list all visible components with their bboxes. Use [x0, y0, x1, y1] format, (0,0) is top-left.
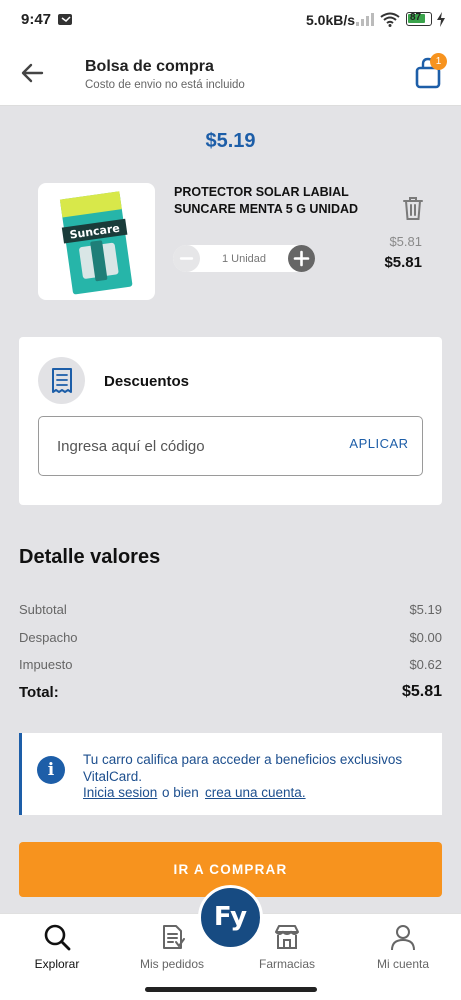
product-name[interactable]: PROTECTOR SOLAR LABIAL SUNCARE MENTA 5 G…	[174, 184, 384, 218]
apply-discount-button[interactable]: APLICAR	[345, 436, 413, 451]
charging-icon	[437, 12, 445, 27]
orders-icon	[163, 925, 185, 949]
info-message: Tu carro califica para acceder a benefic…	[83, 752, 403, 784]
user-icon	[391, 925, 415, 951]
product-image[interactable]: Suncare	[38, 183, 155, 300]
subtotal-value: $5.19	[409, 602, 442, 617]
battery-level: 87	[410, 12, 422, 23]
tax-value: $0.62	[409, 657, 442, 672]
product-thumbnail: Suncare	[59, 191, 133, 295]
total-value: $5.81	[401, 683, 442, 700]
plus-icon[interactable]	[288, 245, 315, 272]
page-title: Bolsa de compra	[85, 58, 214, 75]
nav-item-mi-cuenta[interactable]: Mi cuenta	[353, 922, 453, 982]
shipping-label: Despacho	[19, 630, 78, 645]
nav-label-mis-pedidos: Mis pedidos	[139, 957, 205, 971]
signal-icon	[356, 13, 374, 26]
notification-icon	[58, 14, 72, 25]
store-icon	[275, 925, 299, 949]
cart-total-amount: $5.19	[205, 130, 256, 152]
receipt-icon	[38, 357, 85, 404]
arrow-left-icon[interactable]	[18, 58, 48, 88]
cart-count-badge: 1	[430, 53, 447, 70]
nav-label-mi-cuenta: Mi cuenta	[376, 957, 430, 971]
shipping-value: $0.00	[409, 630, 442, 645]
minus-icon[interactable]	[173, 245, 200, 272]
brand-fab-button[interactable]: Fy	[198, 885, 263, 950]
status-bar: 9:47 5.0kB/s 87	[0, 0, 461, 40]
battery-icon: 87	[406, 12, 432, 26]
app-header: Bolsa de compra Costo de envio no está i…	[0, 40, 461, 106]
quantity-value: 1 Unidad	[221, 253, 267, 265]
page-subtitle: Costo de envio no está incluido	[85, 79, 245, 91]
total-label: Total:	[19, 684, 59, 701]
home-indicator	[145, 987, 317, 992]
nav-label-farmacias: Farmacias	[258, 957, 315, 971]
network-speed: 5.0kB/s	[306, 12, 356, 28]
details-title: Detalle valores	[19, 546, 161, 568]
info-connector: o bien	[162, 785, 199, 800]
nav-label-explorar: Explorar	[34, 957, 80, 971]
login-link[interactable]: Inicia sesion	[83, 785, 157, 800]
info-icon: i	[37, 756, 65, 784]
product-price-final: $5.81	[384, 254, 422, 271]
subtotal-label: Subtotal	[19, 602, 67, 617]
search-icon	[44, 924, 71, 951]
status-time: 9:47	[21, 11, 52, 28]
discount-title: Descuentos	[104, 373, 190, 390]
signup-link[interactable]: crea una cuenta.	[205, 785, 306, 800]
trash-icon[interactable]	[401, 195, 425, 221]
nav-item-explorar[interactable]: Explorar	[7, 922, 107, 982]
tax-label: Impuesto	[19, 657, 73, 672]
wifi-icon	[380, 12, 400, 27]
product-price-original: $5.81	[389, 234, 422, 249]
